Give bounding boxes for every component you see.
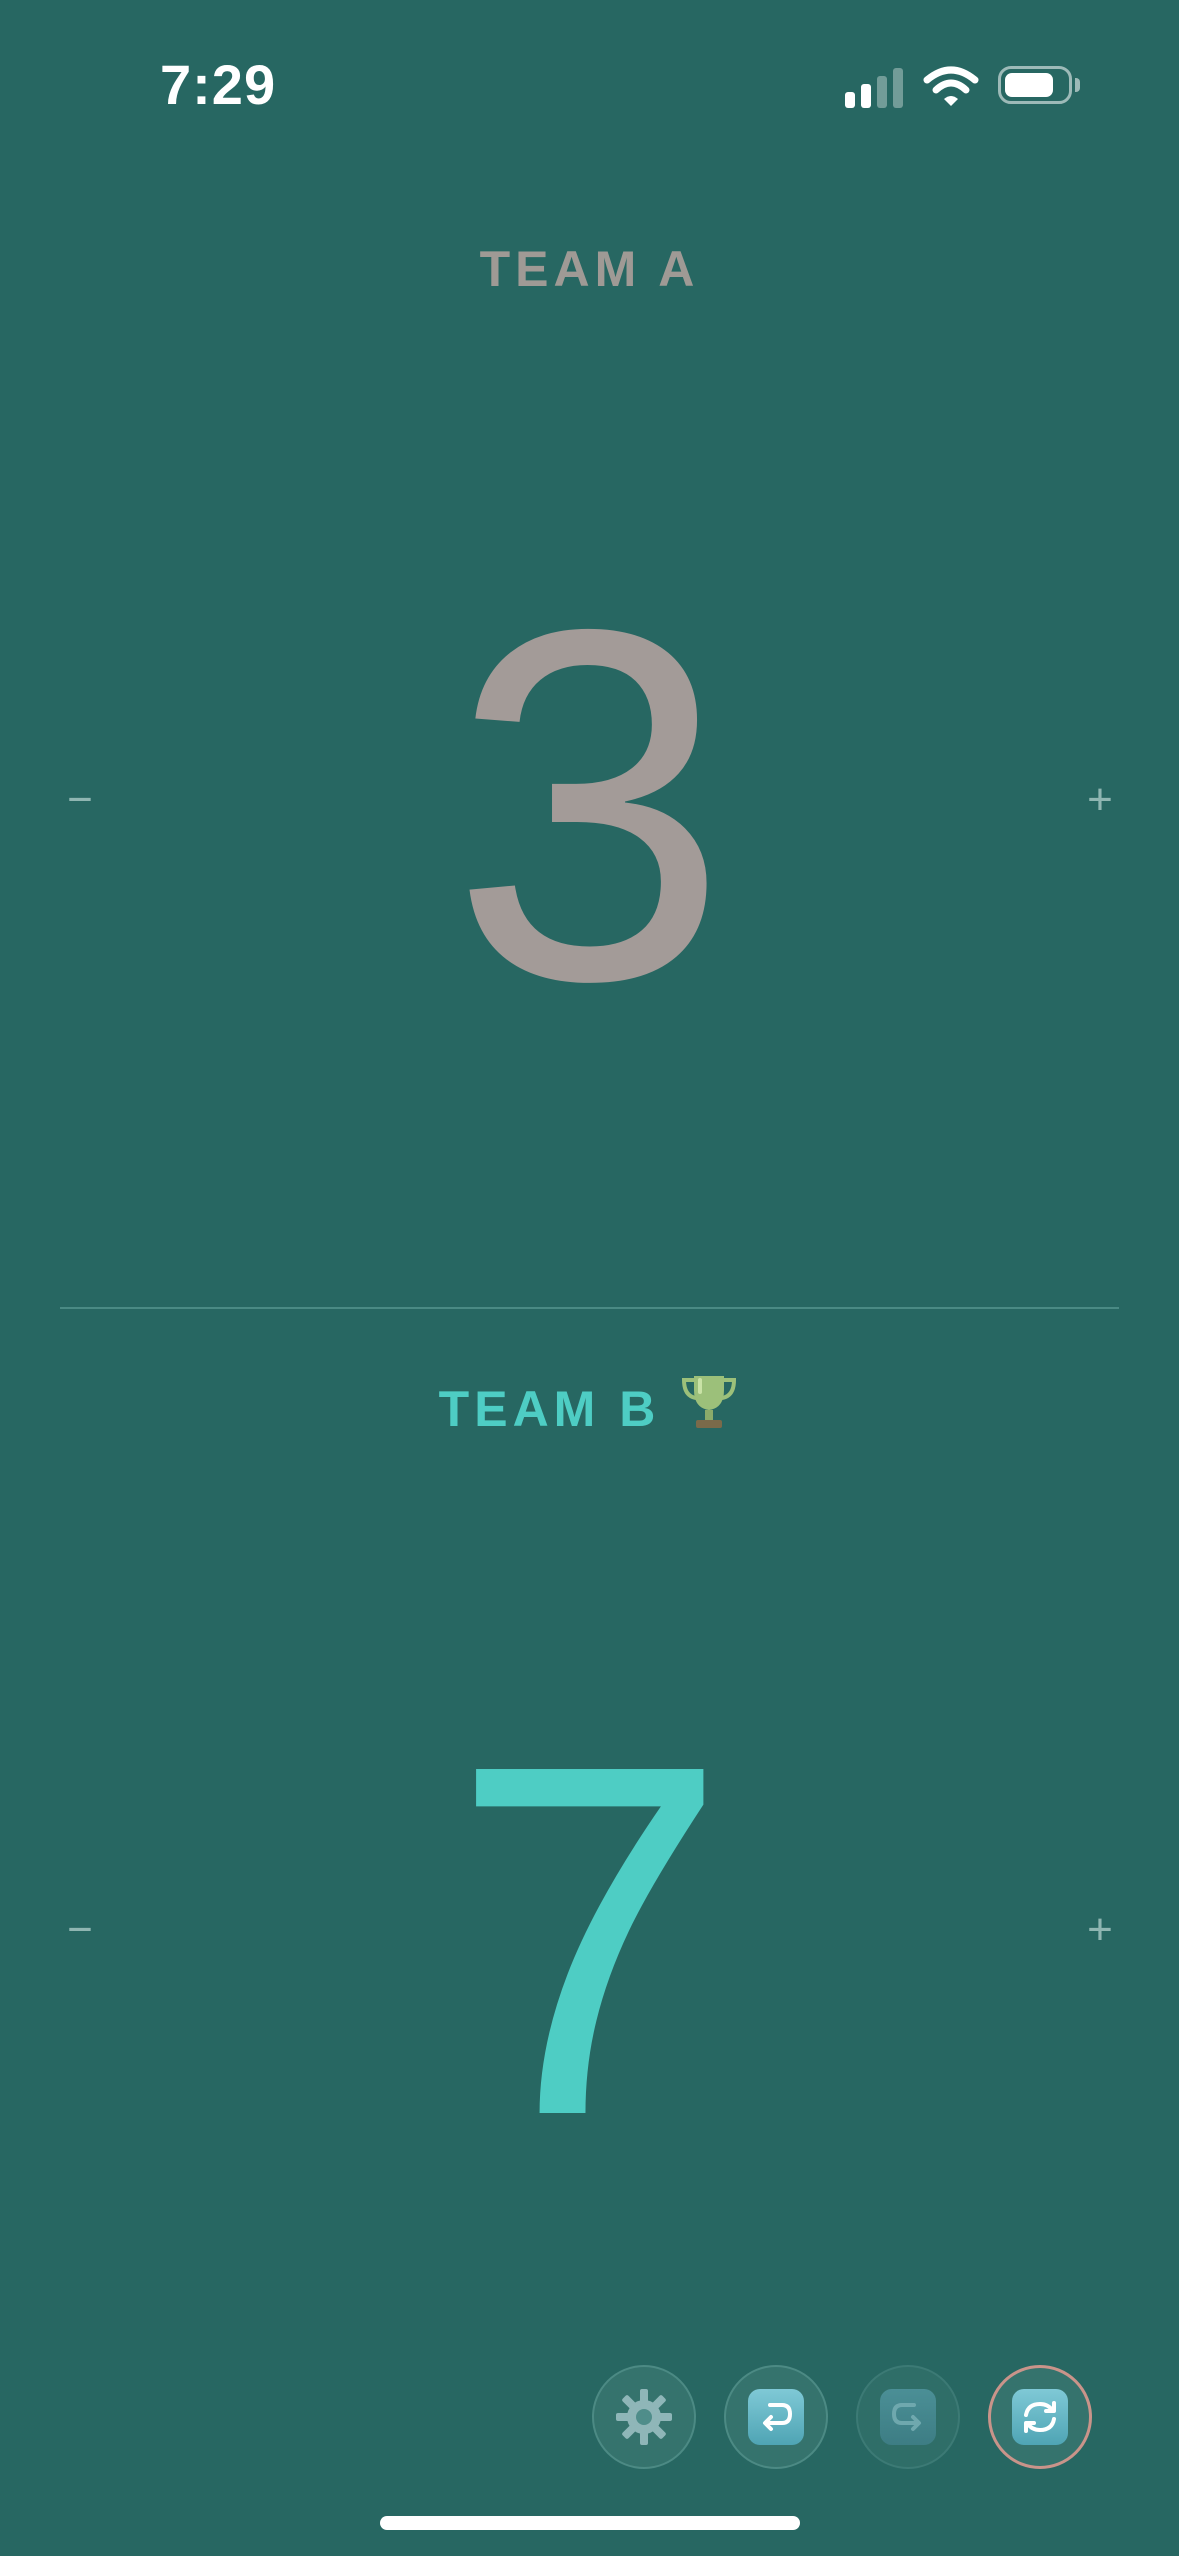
swap-sides-button[interactable]	[988, 2365, 1092, 2469]
team-b-increment-button[interactable]: +	[1060, 1890, 1140, 1970]
undo-icon	[748, 2389, 804, 2445]
battery-level	[1005, 73, 1053, 97]
cellular-signal-icon	[845, 66, 905, 108]
gear-icon	[616, 2389, 672, 2445]
trophy-icon	[678, 1370, 740, 1444]
team-a-decrement-button[interactable]: −	[40, 760, 120, 840]
redo-icon	[880, 2389, 936, 2445]
team-b-name[interactable]: TEAM B	[0, 1370, 1179, 1444]
team-b-decrement-button[interactable]: −	[40, 1890, 120, 1970]
status-time: 7:29	[160, 53, 277, 116]
settings-button[interactable]	[592, 2365, 696, 2469]
team-a-increment-button[interactable]: +	[1060, 760, 1140, 840]
redo-button[interactable]	[856, 2365, 960, 2469]
home-indicator[interactable]	[380, 2516, 800, 2530]
status-bar: 7:29	[0, 0, 1179, 150]
team-b-score[interactable]: 7	[0, 1690, 1179, 2190]
team-a-label: TEAM A	[479, 241, 700, 297]
team-a-score[interactable]: 3	[0, 555, 1179, 1055]
swap-icon	[1012, 2389, 1068, 2445]
team-divider	[60, 1307, 1119, 1309]
scoreboard-screen: 7:29 TEAM A 3 − + TEAM B 7 − +	[0, 0, 1179, 2556]
undo-button[interactable]	[724, 2365, 828, 2469]
battery-icon	[998, 66, 1072, 104]
battery-cap	[1075, 78, 1080, 92]
wifi-icon	[923, 66, 979, 106]
team-b-label: TEAM B	[438, 1381, 661, 1437]
team-a-name[interactable]: TEAM A	[0, 240, 1179, 298]
